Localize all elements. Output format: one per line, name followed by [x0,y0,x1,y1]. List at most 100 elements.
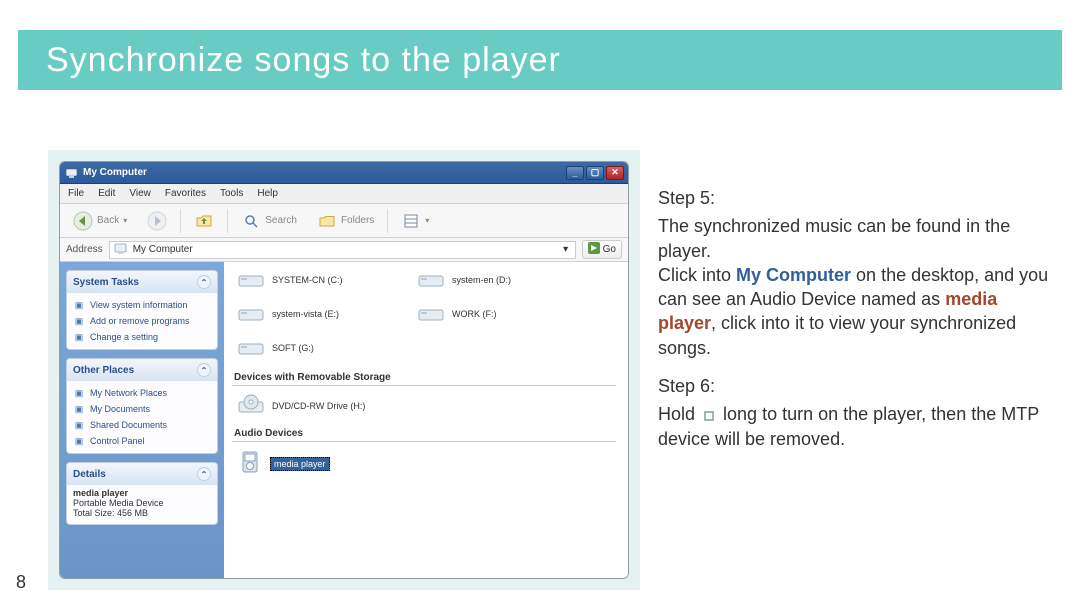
drive-c[interactable]: SYSTEM-CN (C:) [238,270,398,290]
back-icon [73,211,93,231]
address-value: My Computer [133,244,193,255]
hard-drive-icon [238,304,264,324]
task-change-setting[interactable]: ▣Change a setting [73,329,211,345]
task-label: View system information [90,300,187,310]
back-button[interactable]: Back ▾ [66,206,134,236]
system-tasks-title: System Tasks [73,277,139,288]
chevron-up-icon: ⌃ [197,363,211,377]
keyword-my-computer: My Computer [736,265,851,285]
go-button[interactable]: Go [582,240,622,259]
place-label: My Documents [90,404,150,414]
menu-favorites[interactable]: Favorites [165,188,206,199]
instruction-text: Step 5: The synchronized music can be fo… [658,186,1053,465]
explorer-sidebar: System Tasks ⌃ ▣View system information … [60,262,224,578]
folders-label: Folders [341,215,374,226]
shared-icon: ▣ [73,419,85,431]
other-places-body: ▣My Network Places ▣My Documents ▣Shared… [67,381,217,453]
toolbar-sep3 [387,209,388,233]
drive-label: SOFT (G:) [272,343,314,353]
window-titlebar: My Computer _ ▢ ✕ [60,162,628,184]
media-player-icon [238,450,262,478]
place-label: Control Panel [90,436,145,446]
control-panel-icon: ▣ [73,435,85,447]
other-places-header[interactable]: Other Places ⌃ [67,359,217,381]
step6-b: long to turn on the player, then the MTP… [658,404,1039,448]
page-title: Synchronize songs to the player [46,41,561,80]
chevron-up-icon: ⌃ [197,275,211,289]
audio-section-title: Audio Devices [232,428,616,442]
place-shared[interactable]: ▣ Shared Documents [73,417,211,433]
forward-icon [147,211,167,231]
system-tasks-header[interactable]: System Tasks ⌃ [67,271,217,293]
menu-file[interactable]: File [68,188,84,199]
step5-line1: The synchronized music can be found in t… [658,216,1010,260]
task-label: Change a setting [90,332,158,342]
search-button[interactable]: Search [234,206,304,236]
explorer-main: SYSTEM-CN (C:) system-en (D:) system-vis… [224,262,628,578]
go-icon [588,242,600,257]
hard-drive-icon [418,304,444,324]
screenshot-figure: My Computer _ ▢ ✕ File Edit View Favorit… [48,150,640,590]
page-header-band: Synchronize songs to the player [18,30,1062,90]
close-button[interactable]: ✕ [606,166,624,180]
device-label: DVD/CD-RW Drive (H:) [272,401,365,411]
drive-label: SYSTEM-CN (C:) [272,275,343,285]
toolbar-sep [180,209,181,233]
other-places-title: Other Places [73,365,134,376]
drive-d[interactable]: system-en (D:) [418,270,578,290]
window-title: My Computer [83,167,566,178]
drive-label: system-vista (E:) [272,309,339,319]
views-button[interactable]: ▾ [394,206,436,236]
programs-icon: ▣ [73,315,85,327]
content-area: My Computer _ ▢ ✕ File Edit View Favorit… [18,90,1062,605]
drive-e[interactable]: system-vista (E:) [238,304,398,324]
place-documents[interactable]: ▣ My Documents [73,401,211,417]
address-field[interactable]: My Computer ▾ [109,241,576,259]
toolbar: Back ▾ [60,204,628,238]
dvd-drive[interactable]: DVD/CD-RW Drive (H:) [238,394,628,418]
minimize-button[interactable]: _ [566,166,584,180]
search-icon [241,211,261,231]
details-type: Portable Media Device [73,498,211,508]
address-dropdown-icon[interactable]: ▾ [561,244,571,255]
menu-edit[interactable]: Edit [98,188,115,199]
documents-icon: ▣ [73,403,85,415]
audio-list: media player [232,450,628,478]
dropdown-icon: ▾ [425,216,429,225]
dropdown-icon: ▾ [123,216,127,225]
drive-g[interactable]: SOFT (G:) [238,338,398,358]
menu-tools[interactable]: Tools [220,188,243,199]
media-player-device[interactable]: media player [238,450,628,478]
drive-f[interactable]: WORK (F:) [418,304,578,324]
menu-view[interactable]: View [129,188,151,199]
up-button[interactable] [187,206,221,236]
hard-drive-icon [418,270,444,290]
drive-label: system-en (D:) [452,275,511,285]
task-add-remove[interactable]: ▣Add or remove programs [73,313,211,329]
place-label: Shared Documents [90,420,167,430]
menu-help[interactable]: Help [257,188,278,199]
views-icon [401,211,421,231]
search-label: Search [265,215,297,226]
step5-line2c: , click into it to view your synchronize… [658,313,1016,357]
maximize-button[interactable]: ▢ [586,166,604,180]
system-tasks-body: ▣View system information ▣Add or remove … [67,293,217,349]
task-view-sysinfo[interactable]: ▣View system information [73,297,211,313]
place-label: My Network Places [90,388,167,398]
place-control-panel[interactable]: ▣ Control Panel [73,433,211,449]
step5-heading: Step 5: [658,186,1053,210]
other-places-pane: Other Places ⌃ ▣My Network Places ▣My Do… [66,358,218,454]
hold-button-symbol [704,411,714,421]
folders-button[interactable]: Folders [310,206,381,236]
details-header[interactable]: Details ⌃ [67,463,217,485]
address-icon [114,242,127,258]
system-tasks-pane: System Tasks ⌃ ▣View system information … [66,270,218,350]
page-number: 8 [16,572,26,593]
details-title: Details [73,469,106,480]
forward-button[interactable] [140,206,174,236]
chevron-up-icon: ⌃ [197,467,211,481]
hard-drive-icon [238,270,264,290]
my-computer-icon [64,166,78,180]
address-label: Address [66,244,103,255]
place-network[interactable]: ▣My Network Places [73,385,211,401]
